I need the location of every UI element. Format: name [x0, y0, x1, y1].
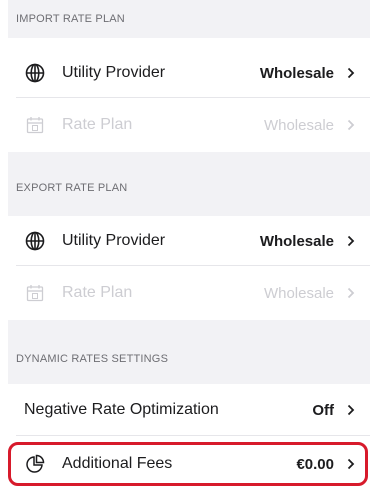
- chevron-right-icon: [346, 286, 356, 300]
- chevron-right-icon: [346, 118, 356, 132]
- export-rate-plan-value: Wholesale: [263, 284, 334, 302]
- globe-icon: [24, 62, 46, 84]
- import-rate-plan-label: Rate Plan: [62, 116, 133, 133]
- negative-rate-optimization-row[interactable]: Negative Rate Optimization Off: [8, 384, 370, 436]
- rate-plan-settings-screen: IMPORT RATE PLAN Utility Provider Wholes…: [0, 0, 370, 488]
- export-rate-plan-label: Rate Plan: [62, 284, 133, 301]
- export-utility-provider-row[interactable]: Utility Provider Wholesale: [8, 216, 370, 266]
- import-utility-provider-label: Utility Provider: [62, 64, 166, 81]
- calendar-icon: [24, 282, 46, 304]
- calendar-icon: [24, 114, 46, 136]
- import-rate-plan-header-label: IMPORT RATE PLAN: [16, 13, 125, 25]
- globe-icon: [24, 230, 46, 252]
- additional-fees-value: €0.00: [296, 455, 334, 473]
- import-utility-provider-value: Wholesale: [259, 64, 334, 82]
- negative-rate-optimization-value: Off: [312, 401, 334, 419]
- dynamic-rates-settings-header: DYNAMIC RATES SETTINGS: [8, 320, 370, 384]
- import-utility-provider-row[interactable]: Utility Provider Wholesale: [8, 48, 370, 98]
- import-rate-plan-header: IMPORT RATE PLAN: [8, 0, 370, 38]
- export-rate-plan-header-label: EXPORT RATE PLAN: [16, 182, 128, 194]
- dynamic-rates-settings-header-label: DYNAMIC RATES SETTINGS: [16, 353, 169, 365]
- additional-fees-row[interactable]: Additional Fees €0.00: [8, 440, 370, 488]
- chevron-right-icon: [346, 234, 356, 248]
- export-rate-plan-header: EXPORT RATE PLAN: [8, 152, 370, 220]
- export-utility-provider-label: Utility Provider: [62, 232, 166, 249]
- pie-chart-icon: [24, 453, 46, 475]
- import-rate-plan-value: Wholesale: [263, 116, 334, 134]
- import-rate-plan-row: Rate Plan Wholesale: [8, 100, 370, 150]
- negative-rate-optimization-label: Negative Rate Optimization: [24, 401, 219, 418]
- export-rate-plan-row: Rate Plan Wholesale: [8, 268, 370, 318]
- chevron-right-icon: [346, 66, 356, 80]
- chevron-right-icon: [346, 457, 356, 471]
- chevron-right-icon: [346, 403, 356, 417]
- export-utility-provider-value: Wholesale: [259, 232, 334, 250]
- additional-fees-label: Additional Fees: [62, 455, 173, 472]
